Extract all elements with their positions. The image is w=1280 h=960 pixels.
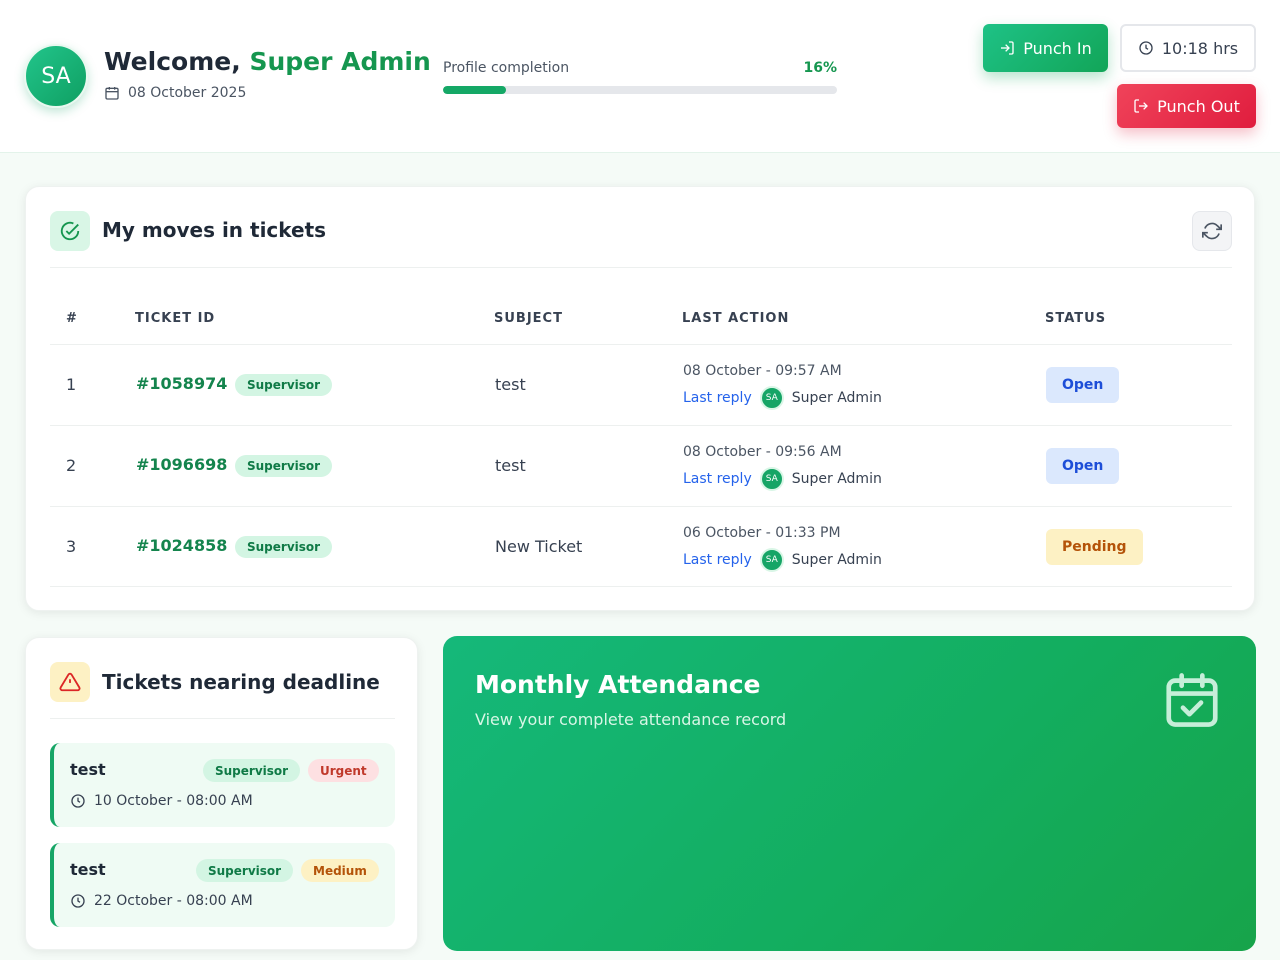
card-divider — [50, 267, 1232, 268]
reply-avatar: SA — [759, 467, 784, 491]
deadline-icon-box — [50, 662, 90, 702]
my-moves-card: My moves in tickets # TICKET ID SUBJECT … — [25, 186, 1255, 611]
work-hours-display: 10:18 hrs — [1120, 24, 1256, 72]
card-divider — [50, 718, 395, 719]
deadline-ticket-name: test — [70, 760, 106, 779]
last-reply-link[interactable]: Last reply — [683, 471, 752, 487]
date-text: 08 October 2025 — [128, 85, 247, 101]
top-header: SA Welcome, Super Admin 08 October 2025 … — [0, 0, 1280, 153]
moves-icon-box — [50, 211, 90, 251]
welcome-prefix: Welcome, — [104, 47, 241, 76]
ticket-id-link[interactable]: #1024858 — [136, 536, 227, 555]
punch-in-button[interactable]: Punch In — [983, 24, 1108, 72]
ticket-id-link[interactable]: #1058974 — [136, 374, 227, 393]
table-row[interactable]: 1 #1058974 Supervisor test 08 October - … — [50, 344, 1232, 425]
reply-author: Super Admin — [791, 552, 882, 568]
status-badge: Open — [1046, 448, 1120, 484]
last-reply-info: Last reply SA Super Admin — [683, 386, 882, 410]
ticket-subject: New Ticket — [495, 537, 583, 556]
last-reply-link[interactable]: Last reply — [683, 552, 752, 568]
role-badge: Supervisor — [235, 536, 333, 558]
warning-icon — [59, 672, 81, 692]
clock-icon — [71, 894, 85, 908]
punch-out-label: Punch Out — [1157, 96, 1240, 116]
col-header-ticket-id[interactable]: TICKET ID — [135, 311, 215, 326]
clock-icon — [71, 794, 85, 808]
deadline-time-text: 22 October - 08:00 AM — [94, 893, 253, 909]
reply-avatar: SA — [759, 386, 784, 410]
deadline-item[interactable]: test Supervisor Medium 22 October - 08:0… — [50, 843, 395, 927]
last-action-time: 08 October - 09:57 AM — [683, 363, 842, 379]
status-badge: Open — [1046, 367, 1120, 403]
deadline-time: 10 October - 08:00 AM — [70, 793, 253, 809]
attendance-subtitle: View your complete attendance record — [475, 710, 787, 729]
row-number: 2 — [66, 456, 77, 475]
deadline-title: Tickets nearing deadline — [102, 670, 380, 694]
col-header-num: # — [66, 311, 78, 326]
last-reply-info: Last reply SA Super Admin — [683, 467, 882, 491]
col-header-last-action[interactable]: LAST ACTION — [682, 311, 789, 326]
role-badge: Supervisor — [196, 859, 294, 882]
user-name: Super Admin — [249, 47, 431, 76]
ticket-subject: test — [495, 375, 526, 394]
logout-icon — [1134, 99, 1149, 113]
avatar[interactable]: SA — [24, 44, 88, 108]
col-header-subject[interactable]: SUBJECT — [494, 311, 563, 326]
reply-author: Super Admin — [791, 471, 882, 487]
profile-progress-fill — [443, 86, 507, 94]
role-badge: Supervisor — [203, 759, 301, 782]
deadline-time: 22 October - 08:00 AM — [70, 893, 253, 909]
role-badge: Supervisor — [235, 374, 333, 396]
reply-author: Super Admin — [791, 390, 882, 406]
last-action-time: 06 October - 01:33 PM — [683, 525, 841, 541]
punch-in-label: Punch In — [1023, 38, 1092, 58]
deadline-item[interactable]: test Supervisor Urgent 10 October - 08:0… — [50, 743, 395, 827]
attendance-title: Monthly Attendance — [475, 670, 761, 699]
table-row[interactable]: 2 #1096698 Supervisor test 08 October - … — [50, 425, 1232, 506]
calendar-icon — [105, 87, 119, 100]
ticket-id-link[interactable]: #1096698 — [136, 455, 227, 474]
last-action-time: 08 October - 09:56 AM — [683, 444, 842, 460]
last-reply-info: Last reply SA Super Admin — [683, 548, 882, 572]
reply-avatar: SA — [759, 548, 784, 572]
deadline-time-text: 10 October - 08:00 AM — [94, 793, 253, 809]
role-badge: Supervisor — [235, 455, 333, 477]
moves-title: My moves in tickets — [102, 218, 327, 242]
welcome-heading: Welcome, Super Admin — [104, 47, 431, 76]
table-row[interactable]: 3 #1024858 Supervisor New Ticket 06 Octo… — [50, 506, 1232, 587]
deadline-card: Tickets nearing deadline test Supervisor… — [25, 637, 418, 950]
row-number: 1 — [66, 375, 77, 394]
row-number: 3 — [66, 537, 77, 556]
profile-progress-bar — [443, 86, 837, 94]
current-date: 08 October 2025 — [104, 85, 246, 101]
last-reply-link[interactable]: Last reply — [683, 390, 752, 406]
status-badge: Pending — [1046, 529, 1143, 565]
priority-badge: Urgent — [308, 759, 379, 782]
punch-out-button[interactable]: Punch Out — [1117, 84, 1256, 128]
col-header-status[interactable]: STATUS — [1045, 311, 1106, 326]
refresh-button[interactable] — [1192, 211, 1232, 251]
refresh-icon — [1202, 222, 1222, 240]
work-hours-label: 10:18 hrs — [1161, 38, 1239, 58]
deadline-ticket-name: test — [70, 860, 106, 879]
check-circle-icon — [60, 221, 80, 241]
monthly-attendance-card[interactable]: Monthly Attendance View your complete at… — [443, 636, 1256, 951]
calendar-check-icon — [1166, 673, 1218, 727]
profile-completion-percent: 16% — [803, 60, 837, 76]
priority-badge: Medium — [301, 859, 379, 882]
profile-completion-label: Profile completion — [443, 60, 570, 76]
clock-icon — [1139, 41, 1153, 55]
login-icon — [1001, 41, 1014, 55]
ticket-subject: test — [495, 456, 526, 475]
